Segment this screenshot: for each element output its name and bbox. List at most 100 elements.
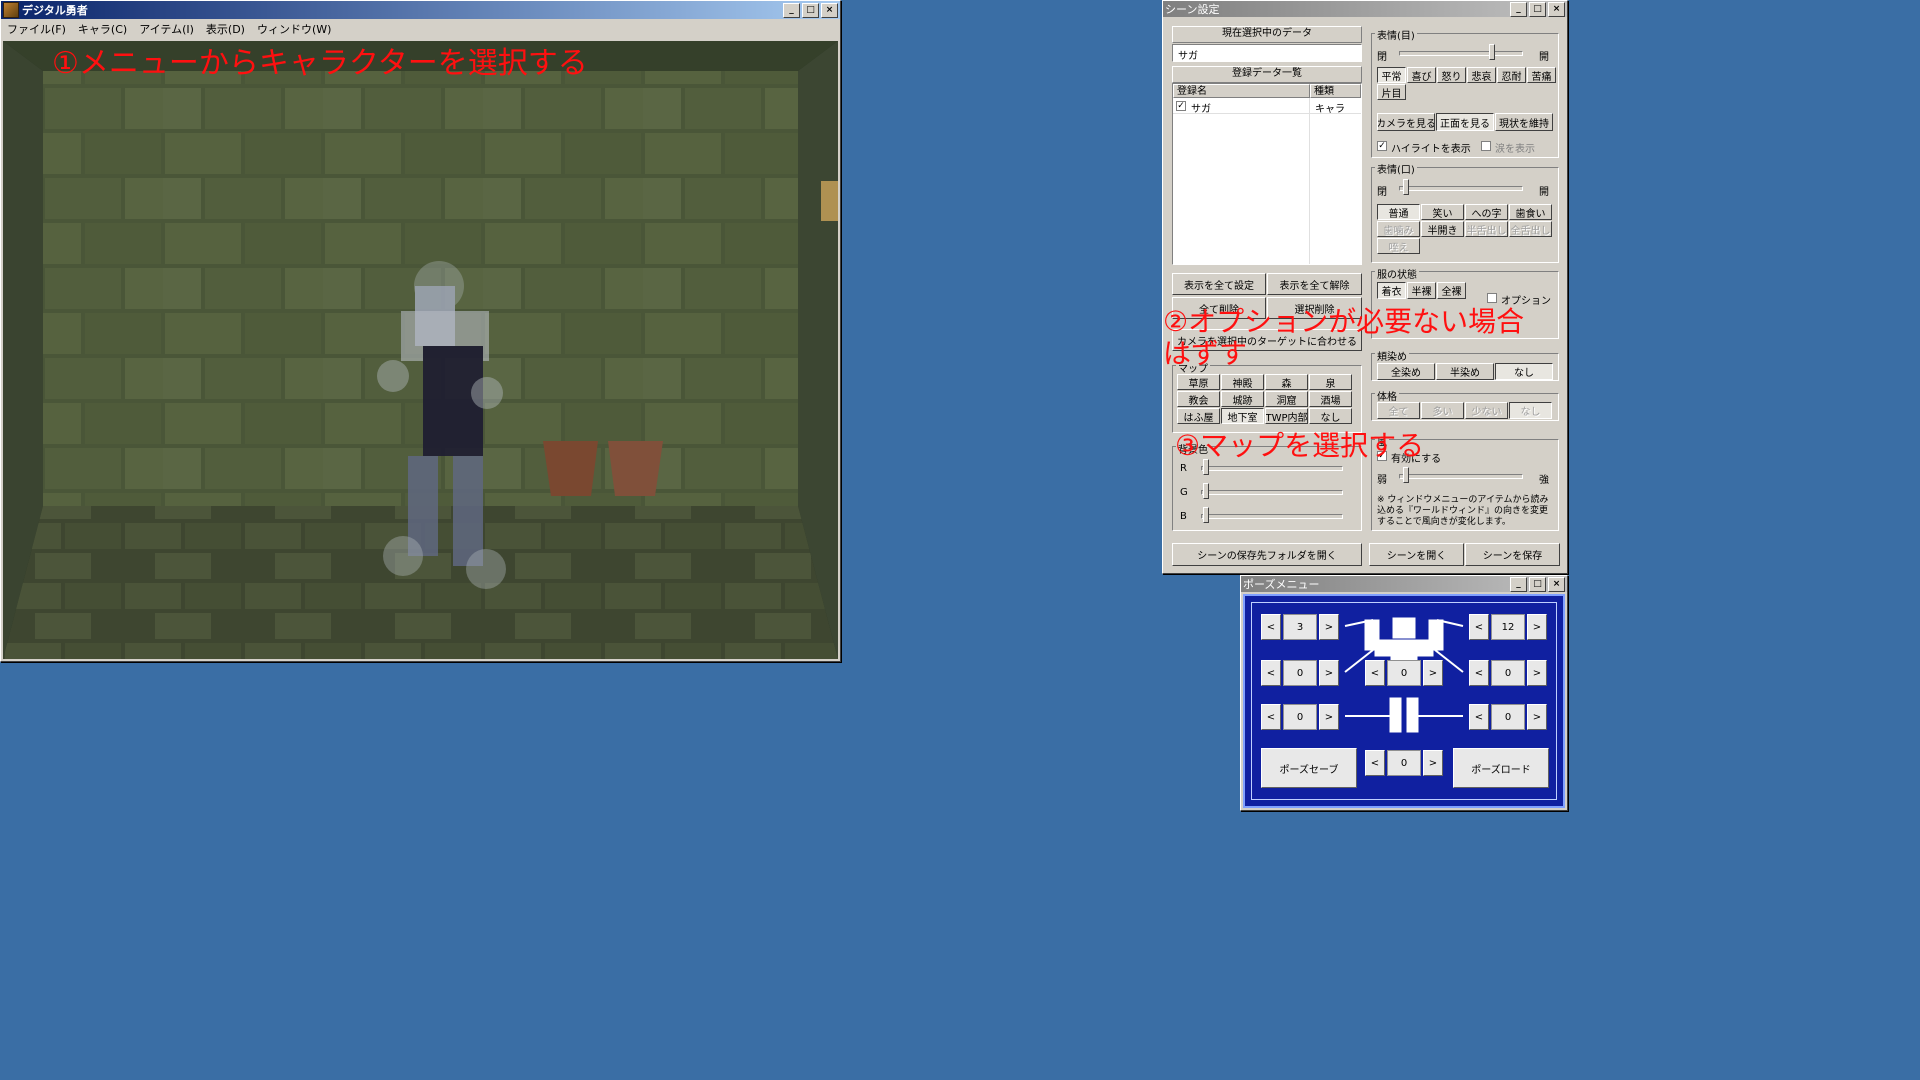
eye-expression-button[interactable]: 怒り	[1437, 67, 1466, 83]
current-data-field[interactable]: サガ	[1172, 44, 1362, 62]
menu-window[interactable]: ウィンドウ(W)	[251, 21, 337, 37]
mouth-expression-button[interactable]: への字	[1465, 204, 1508, 220]
pose-right-1-value[interactable]: 0	[1491, 660, 1525, 686]
scene-titlebar[interactable]: シーン設定 _ □ ×	[1163, 1, 1567, 17]
pose-center-next-button[interactable]: >	[1423, 660, 1443, 686]
minimize-icon[interactable]: _	[1510, 1, 1527, 17]
look-front-button[interactable]: 正面を見る	[1436, 113, 1494, 131]
pose-left-0-next-button[interactable]: >	[1319, 614, 1339, 640]
main-titlebar[interactable]: デジタル勇者 _ □ ×	[1, 1, 840, 19]
pose-left-1-next-button[interactable]: >	[1319, 660, 1339, 686]
mouth-expression-button[interactable]: 歯食い	[1509, 204, 1552, 220]
map-button[interactable]: 地下室	[1221, 408, 1264, 424]
look-camera-button[interactable]: カメラを見る	[1377, 113, 1435, 131]
mouth-expression-button[interactable]: 半舌出し	[1465, 221, 1508, 237]
mouth-expression-button[interactable]: 歯噛み	[1377, 221, 1420, 237]
mouth-expression-button[interactable]: 咥え	[1377, 238, 1420, 254]
pose-bottom-prev-button[interactable]: <	[1365, 750, 1385, 776]
clothes-half-button[interactable]: 半裸	[1407, 282, 1436, 299]
menu-item[interactable]: アイテム(I)	[133, 21, 200, 37]
mouth-expression-button[interactable]: 普通	[1377, 204, 1420, 220]
pose-center-value[interactable]: 0	[1387, 660, 1421, 686]
pose-left-2-value[interactable]: 0	[1283, 704, 1317, 730]
pose-right-0-next-button[interactable]: >	[1527, 614, 1547, 640]
open-save-folder-button[interactable]: シーンの保存先フォルダを開く	[1172, 543, 1362, 566]
blush-none-button[interactable]: なし	[1495, 363, 1553, 380]
map-button[interactable]: 城跡	[1221, 391, 1264, 407]
map-button[interactable]: なし	[1309, 408, 1352, 424]
save-scene-button[interactable]: シーンを保存	[1465, 543, 1560, 566]
pose-load-button[interactable]: ポーズロード	[1453, 748, 1549, 788]
highlight-checkbox[interactable]: ✓	[1377, 141, 1387, 151]
eye-expression-button[interactable]: 喜び	[1407, 67, 1436, 83]
map-button[interactable]: 酒場	[1309, 391, 1352, 407]
map-button[interactable]: 森	[1265, 374, 1308, 390]
eye-expression-button[interactable]: 苦痛	[1527, 67, 1556, 83]
bg-g-slider[interactable]	[1201, 490, 1343, 495]
mouth-slider[interactable]	[1399, 186, 1523, 191]
mouth-expression-button[interactable]: 全舌出し	[1509, 221, 1552, 237]
clothes-nude-button[interactable]: 全裸	[1437, 282, 1466, 299]
mouth-slider-thumb[interactable]	[1403, 179, 1409, 195]
pose-left-0-prev-button[interactable]: <	[1261, 614, 1281, 640]
keep-current-button[interactable]: 現状を維持	[1495, 113, 1553, 131]
blush-full-button[interactable]: 全染め	[1377, 363, 1435, 380]
map-button[interactable]: 洞窟	[1265, 391, 1308, 407]
row-checkbox[interactable]: ✓	[1176, 101, 1186, 111]
pose-bottom-value[interactable]: 0	[1387, 750, 1421, 776]
pose-right-1-next-button[interactable]: >	[1527, 660, 1547, 686]
pose-save-button[interactable]: ポーズセーブ	[1261, 748, 1357, 788]
menu-file[interactable]: ファイル(F)	[1, 21, 72, 37]
close-icon[interactable]: ×	[1548, 1, 1565, 17]
tears-checkbox[interactable]	[1481, 141, 1491, 151]
map-button[interactable]: 泉	[1309, 374, 1352, 390]
pose-left-1-value[interactable]: 0	[1283, 660, 1317, 686]
sweat-many-button[interactable]: 多い	[1421, 402, 1464, 419]
close-icon[interactable]: ×	[1548, 576, 1565, 592]
map-button[interactable]: 神殿	[1221, 374, 1264, 390]
pose-right-2-prev-button[interactable]: <	[1469, 704, 1489, 730]
show-all-button[interactable]: 表示を全て設定	[1172, 273, 1266, 295]
registered-list[interactable]: 登録名 種類 ✓ サガ キャラ	[1172, 83, 1362, 265]
mouth-expression-button[interactable]: 半開き	[1421, 221, 1464, 237]
menu-chara[interactable]: キャラ(C)	[72, 21, 133, 37]
bg-g-thumb[interactable]	[1203, 483, 1209, 499]
bg-b-slider[interactable]	[1201, 514, 1343, 519]
menu-view[interactable]: 表示(D)	[200, 21, 251, 37]
minimize-icon[interactable]: _	[1510, 576, 1527, 592]
sweat-all-button[interactable]: 全て	[1377, 402, 1420, 419]
wind-slider[interactable]	[1399, 474, 1523, 479]
hide-all-button[interactable]: 表示を全て解除	[1267, 273, 1362, 295]
eye-expression-button[interactable]: 悲哀	[1467, 67, 1496, 83]
pose-left-2-prev-button[interactable]: <	[1261, 704, 1281, 730]
clothes-dressed-button[interactable]: 着衣	[1377, 282, 1406, 299]
pose-bottom-next-button[interactable]: >	[1423, 750, 1443, 776]
pose-left-0-value[interactable]: 3	[1283, 614, 1317, 640]
pose-right-1-prev-button[interactable]: <	[1469, 660, 1489, 686]
table-row[interactable]: ✓ サガ キャラ	[1173, 99, 1361, 115]
bg-b-thumb[interactable]	[1203, 507, 1209, 523]
col-type-header[interactable]: 種類	[1310, 84, 1361, 98]
pose-center-prev-button[interactable]: <	[1365, 660, 1385, 686]
pose-titlebar[interactable]: ポーズメニュー _ □ ×	[1241, 576, 1567, 592]
eye-expression-button[interactable]: 忍耐	[1497, 67, 1526, 83]
map-button[interactable]: はふ屋	[1177, 408, 1220, 424]
sweat-none-button[interactable]: なし	[1509, 402, 1552, 419]
close-icon[interactable]: ×	[821, 2, 838, 18]
eye-slider-thumb[interactable]	[1489, 44, 1495, 60]
pose-right-0-value[interactable]: 12	[1491, 614, 1525, 640]
maximize-icon[interactable]: □	[1529, 1, 1546, 17]
wind-slider-thumb[interactable]	[1403, 467, 1409, 483]
eye-expression-button[interactable]: 平常	[1377, 67, 1406, 83]
pose-right-2-next-button[interactable]: >	[1527, 704, 1547, 730]
pose-right-0-prev-button[interactable]: <	[1469, 614, 1489, 640]
blush-half-button[interactable]: 半染め	[1436, 363, 1494, 380]
eye-expression-button[interactable]: 片目	[1377, 84, 1406, 100]
map-button[interactable]: TWP内部	[1265, 408, 1308, 424]
mouth-expression-button[interactable]: 笑い	[1421, 204, 1464, 220]
maximize-icon[interactable]: □	[1529, 576, 1546, 592]
pose-left-2-next-button[interactable]: >	[1319, 704, 1339, 730]
3d-viewport[interactable]	[3, 41, 838, 659]
eye-slider[interactable]	[1399, 51, 1523, 56]
pose-left-1-prev-button[interactable]: <	[1261, 660, 1281, 686]
